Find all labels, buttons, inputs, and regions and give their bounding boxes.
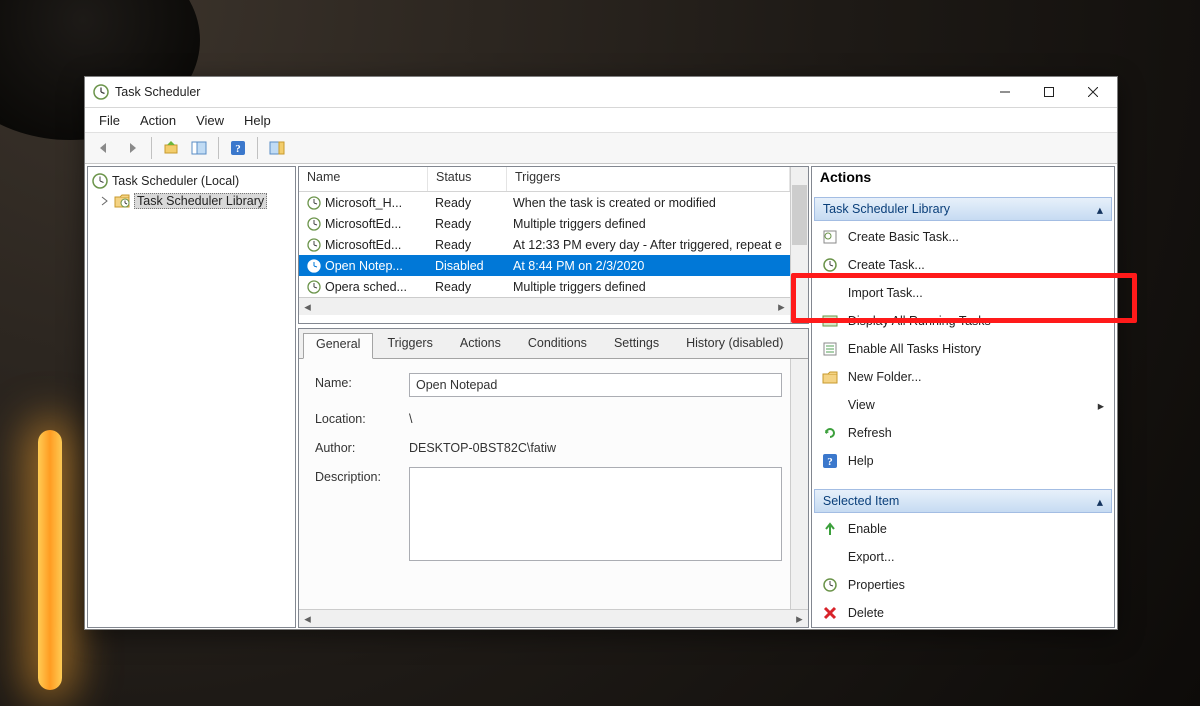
refresh-icon [822,425,838,441]
create-task-icon [822,257,838,273]
task-row[interactable]: Open Notep...DisabledAt 8:44 PM on 2/3/2… [299,255,790,276]
tree-library-label: Task Scheduler Library [134,193,267,209]
tree-root-label: Task Scheduler (Local) [112,174,239,188]
titlebar: Task Scheduler [85,77,1117,108]
tree-root[interactable]: Task Scheduler (Local) [90,171,293,191]
action-enable[interactable]: Enable [812,515,1114,543]
col-status[interactable]: Status [428,167,507,191]
tabs: General Triggers Actions Conditions Sett… [299,329,808,359]
tree-pane: Task Scheduler (Local) Task Scheduler Li… [87,166,296,628]
tab-settings[interactable]: Settings [601,332,672,358]
folder-icon [822,369,838,385]
detail-pane: General Triggers Actions Conditions Sett… [298,328,809,628]
action-new-folder[interactable]: New Folder... [812,363,1114,391]
name-label: Name: [315,373,403,397]
actions-section-selected[interactable]: Selected Item▴ [814,489,1112,513]
toolbar: ? [85,133,1117,164]
col-name[interactable]: Name [299,167,428,191]
task-row[interactable]: MicrosoftEd...ReadyMultiple triggers def… [299,213,790,234]
history-icon [822,341,838,357]
enable-icon [822,521,838,537]
task-row[interactable]: Microsoft_H...ReadyWhen the task is crea… [299,192,790,213]
svg-text:?: ? [235,143,241,155]
description-field[interactable] [409,467,782,561]
tab-triggers[interactable]: Triggers [374,332,445,358]
forward-button[interactable] [119,135,145,161]
delete-icon [822,605,838,621]
chevron-right-icon: ▸ [1098,398,1104,413]
tab-actions[interactable]: Actions [447,332,514,358]
task-scheduler-window: Task Scheduler File Action View Help ? [84,76,1118,630]
menu-action[interactable]: Action [130,111,186,130]
action-export[interactable]: Export... [812,543,1114,571]
menu-view[interactable]: View [186,111,234,130]
task-row[interactable]: Opera sched...ReadyMultiple triggers def… [299,276,790,297]
menu-file[interactable]: File [89,111,130,130]
action-import-task[interactable]: Import Task... [812,279,1114,307]
col-triggers[interactable]: Triggers [507,167,790,191]
show-hide-tree-button[interactable] [186,135,212,161]
action-properties[interactable]: Properties [812,571,1114,599]
detail-hscrollbar[interactable]: ◂▸ [299,609,808,627]
task-list[interactable]: Name Status Triggers Microsoft_H...Ready… [298,166,809,324]
close-button[interactable] [1071,77,1115,107]
running-icon [822,313,838,329]
show-action-pane-button[interactable] [264,135,290,161]
actions-section-library[interactable]: Task Scheduler Library▴ [814,197,1112,221]
create-basic-icon [822,229,838,245]
menu-help[interactable]: Help [234,111,281,130]
help-button[interactable]: ? [225,135,251,161]
action-help[interactable]: ? Help [812,447,1114,475]
author-label: Author: [315,438,403,455]
maximize-button[interactable] [1027,77,1071,107]
action-refresh[interactable]: Refresh [812,419,1114,447]
location-label: Location: [315,409,403,426]
action-view[interactable]: View ▸ [812,391,1114,419]
tree-library[interactable]: Task Scheduler Library [90,191,293,211]
up-button[interactable] [158,135,184,161]
tab-history[interactable]: History (disabled) [673,332,796,358]
actions-title: Actions [812,167,1114,195]
action-delete[interactable]: Delete [812,599,1114,627]
detail-vscrollbar[interactable] [790,359,808,609]
description-label: Description: [315,467,403,561]
help-icon: ? [822,453,838,469]
window-title: Task Scheduler [115,85,983,99]
tab-conditions[interactable]: Conditions [515,332,600,358]
name-field[interactable]: Open Notepad [409,373,782,397]
author-value: DESKTOP-0BST82C\fatiw [409,438,782,455]
svg-text:?: ? [827,456,833,468]
properties-icon [822,577,838,593]
task-list-header: Name Status Triggers [299,167,790,192]
action-create-task[interactable]: Create Task... [812,251,1114,279]
task-row[interactable]: MicrosoftEd...ReadyAt 12:33 PM every day… [299,234,790,255]
minimize-button[interactable] [983,77,1027,107]
actions-pane: Actions Task Scheduler Library▴ Create B… [811,166,1115,628]
collapse-icon: ▴ [1097,494,1103,509]
import-icon [822,285,838,301]
app-icon [93,84,109,100]
action-display-running[interactable]: Display All Running Tasks [812,307,1114,335]
location-value: \ [409,409,782,426]
hscrollbar[interactable]: ◂▸ [299,297,790,315]
menubar: File Action View Help [85,108,1117,133]
action-enable-history[interactable]: Enable All Tasks History [812,335,1114,363]
collapse-icon: ▴ [1097,202,1103,217]
back-button[interactable] [91,135,117,161]
expand-icon[interactable] [100,196,110,206]
vscrollbar[interactable] [790,167,808,323]
action-create-basic-task[interactable]: Create Basic Task... [812,223,1114,251]
tab-general[interactable]: General [303,333,373,359]
